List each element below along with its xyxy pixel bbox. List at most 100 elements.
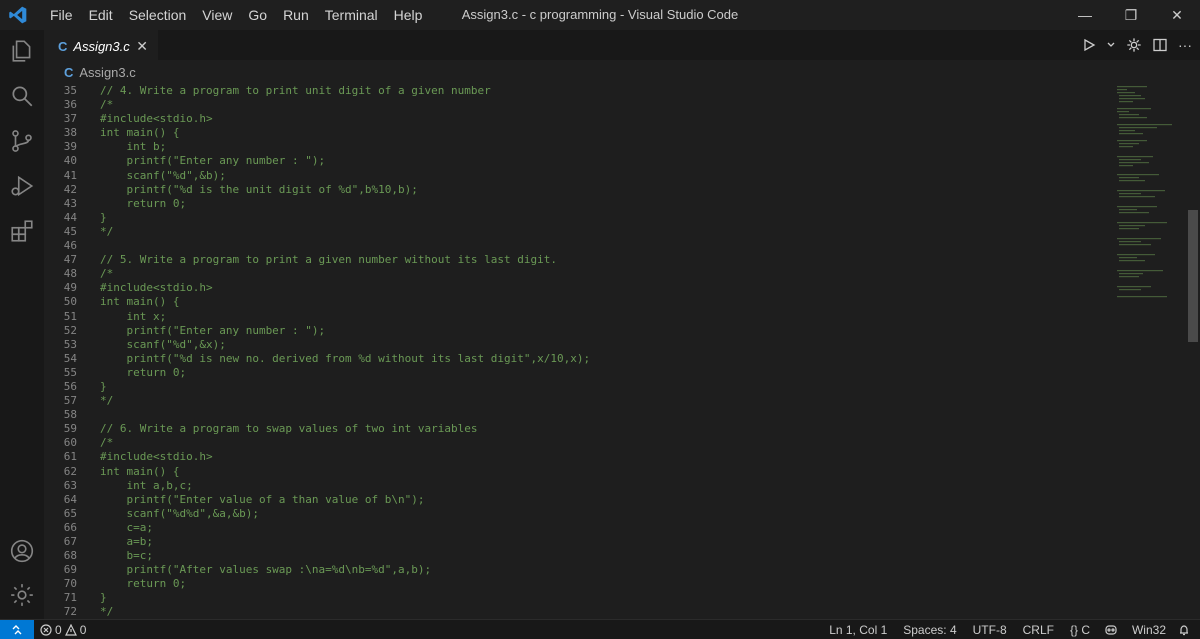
restore-icon[interactable]: ❐ — [1108, 0, 1154, 30]
code-line[interactable]: 65 scanf("%d%d",&a,&b); — [44, 507, 1114, 521]
line-text[interactable]: int a,b,c; — [100, 479, 192, 493]
menu-go[interactable]: Go — [240, 0, 275, 30]
line-text[interactable]: scanf("%d",&x); — [100, 338, 225, 352]
code-line[interactable]: 56} — [44, 380, 1114, 394]
bell-icon[interactable] — [1178, 624, 1190, 636]
code-line[interactable]: 54 printf("%d is new no. derived from %d… — [44, 352, 1114, 366]
line-text[interactable]: int b; — [100, 140, 166, 154]
line-text[interactable]: */ — [100, 225, 113, 239]
code-line[interactable]: 38 int main() { — [44, 126, 1114, 140]
menu-run[interactable]: Run — [275, 0, 317, 30]
line-text[interactable]: return 0; — [100, 577, 186, 591]
code-line[interactable]: 48 /* — [44, 267, 1114, 281]
menu-terminal[interactable]: Terminal — [317, 0, 386, 30]
line-text[interactable]: printf("%d is new no. derived from %d wi… — [100, 352, 590, 366]
code-line[interactable]: 52 printf("Enter any number : "); — [44, 324, 1114, 338]
code-line[interactable]: 57 */ — [44, 394, 1114, 408]
cursor-position[interactable]: Ln 1, Col 1 — [821, 623, 895, 637]
minimize-icon[interactable]: — — [1062, 0, 1108, 30]
line-text[interactable]: return 0; — [100, 197, 186, 211]
close-window-icon[interactable]: ✕ — [1154, 0, 1200, 30]
line-text[interactable]: } — [100, 380, 107, 394]
menu-help[interactable]: Help — [386, 0, 431, 30]
settings-gear-icon[interactable] — [9, 582, 35, 608]
extensions-icon[interactable] — [9, 218, 35, 244]
line-text[interactable]: } — [100, 591, 107, 605]
problems-indicator[interactable]: 0 0 — [40, 623, 86, 637]
code-line[interactable]: 39 int b; — [44, 140, 1114, 154]
line-text[interactable]: scanf("%d",&b); — [100, 169, 225, 183]
run-icon[interactable] — [1082, 38, 1096, 52]
code-line[interactable]: 62 int main() { — [44, 465, 1114, 479]
code-line[interactable]: 36 /* — [44, 98, 1114, 112]
split-editor-icon[interactable] — [1152, 37, 1168, 53]
line-text[interactable]: */ — [100, 605, 113, 619]
line-text[interactable]: c=a; — [100, 521, 153, 535]
code-editor[interactable]: 35 // 4. Write a program to print unit di… — [44, 84, 1114, 619]
explorer-icon[interactable] — [9, 38, 35, 64]
line-text[interactable]: #include<stdio.h> — [100, 450, 213, 464]
account-icon[interactable] — [9, 538, 35, 564]
line-text[interactable]: // 4. Write a program to print unit digi… — [100, 84, 491, 98]
scrollbar-track[interactable] — [1186, 84, 1200, 619]
line-text[interactable]: return 0; — [100, 366, 186, 380]
line-text[interactable]: // 5. Write a program to print a given n… — [100, 253, 557, 267]
line-text[interactable]: /* — [100, 98, 113, 112]
language-mode[interactable]: {} C — [1062, 623, 1098, 637]
code-line[interactable]: 59 // 6. Write a program to swap values o… — [44, 422, 1114, 436]
end-of-line[interactable]: CRLF — [1015, 623, 1062, 637]
line-text[interactable]: printf("Enter any number : "); — [100, 154, 325, 168]
line-text[interactable]: scanf("%d%d",&a,&b); — [100, 507, 258, 521]
code-line[interactable]: 55 return 0; — [44, 366, 1114, 380]
remote-indicator-icon[interactable] — [0, 620, 34, 639]
chevron-down-icon[interactable] — [1106, 38, 1116, 52]
code-line[interactable]: 47 // 5. Write a program to print a given… — [44, 253, 1114, 267]
menu-view[interactable]: View — [194, 0, 240, 30]
gear-icon[interactable] — [1126, 37, 1142, 53]
code-line[interactable]: 68 b=c; — [44, 549, 1114, 563]
code-line[interactable]: 43 return 0; — [44, 197, 1114, 211]
code-line[interactable]: 51 int x; — [44, 310, 1114, 324]
code-line[interactable]: 35 // 4. Write a program to print unit di… — [44, 84, 1114, 98]
platform[interactable]: Win32 — [1124, 623, 1174, 637]
more-actions-icon[interactable]: ··· — [1178, 37, 1192, 53]
line-text[interactable]: int main() { — [100, 295, 179, 309]
line-text[interactable]: #include<stdio.h> — [100, 281, 213, 295]
code-line[interactable]: 49 #include<stdio.h> — [44, 281, 1114, 295]
code-line[interactable]: 70 return 0; — [44, 577, 1114, 591]
search-icon[interactable] — [9, 83, 35, 109]
code-line[interactable]: 66 c=a; — [44, 521, 1114, 535]
line-text[interactable]: // 6. Write a program to swap values of … — [100, 422, 478, 436]
line-text[interactable]: } — [100, 211, 107, 225]
code-line[interactable]: 69 printf("After values swap :\na=%d\nb=… — [44, 563, 1114, 577]
line-text[interactable]: /* — [100, 436, 113, 450]
code-line[interactable]: 63 int a,b,c; — [44, 479, 1114, 493]
line-text[interactable]: b=c; — [100, 549, 153, 563]
tab-assign3[interactable]: C Assign3.c ✕ — [44, 30, 158, 61]
code-line[interactable]: 61 #include<stdio.h> — [44, 450, 1114, 464]
line-text[interactable]: printf("Enter any number : "); — [100, 324, 325, 338]
code-line[interactable]: 64 printf("Enter value of a than value o… — [44, 493, 1114, 507]
code-line[interactable]: 58 — [44, 408, 1114, 422]
encoding[interactable]: UTF-8 — [965, 623, 1015, 637]
code-line[interactable]: 53 scanf("%d",&x); — [44, 338, 1114, 352]
menu-file[interactable]: File — [42, 0, 81, 30]
code-line[interactable]: 40 printf("Enter any number : "); — [44, 154, 1114, 168]
line-text[interactable]: /* — [100, 267, 113, 281]
run-debug-icon[interactable] — [9, 173, 35, 199]
line-text[interactable]: #include<stdio.h> — [100, 112, 213, 126]
close-tab-icon[interactable]: ✕ — [136, 38, 148, 55]
code-line[interactable]: 46 — [44, 239, 1114, 253]
line-text[interactable]: printf("%d is the unit digit of %d",b%10… — [100, 183, 417, 197]
breadcrumb-file[interactable]: Assign3.c — [79, 65, 135, 80]
line-text[interactable]: printf("After values swap :\na=%d\nb=%d"… — [100, 563, 431, 577]
line-text[interactable]: int main() { — [100, 126, 179, 140]
line-text[interactable]: int x; — [100, 310, 166, 324]
code-line[interactable]: 44} — [44, 211, 1114, 225]
code-line[interactable]: 72 */ — [44, 605, 1114, 619]
line-text[interactable]: */ — [100, 394, 113, 408]
code-line[interactable]: 67 a=b; — [44, 535, 1114, 549]
menu-selection[interactable]: Selection — [121, 0, 195, 30]
line-text[interactable]: a=b; — [100, 535, 153, 549]
line-text[interactable]: int main() { — [100, 465, 179, 479]
